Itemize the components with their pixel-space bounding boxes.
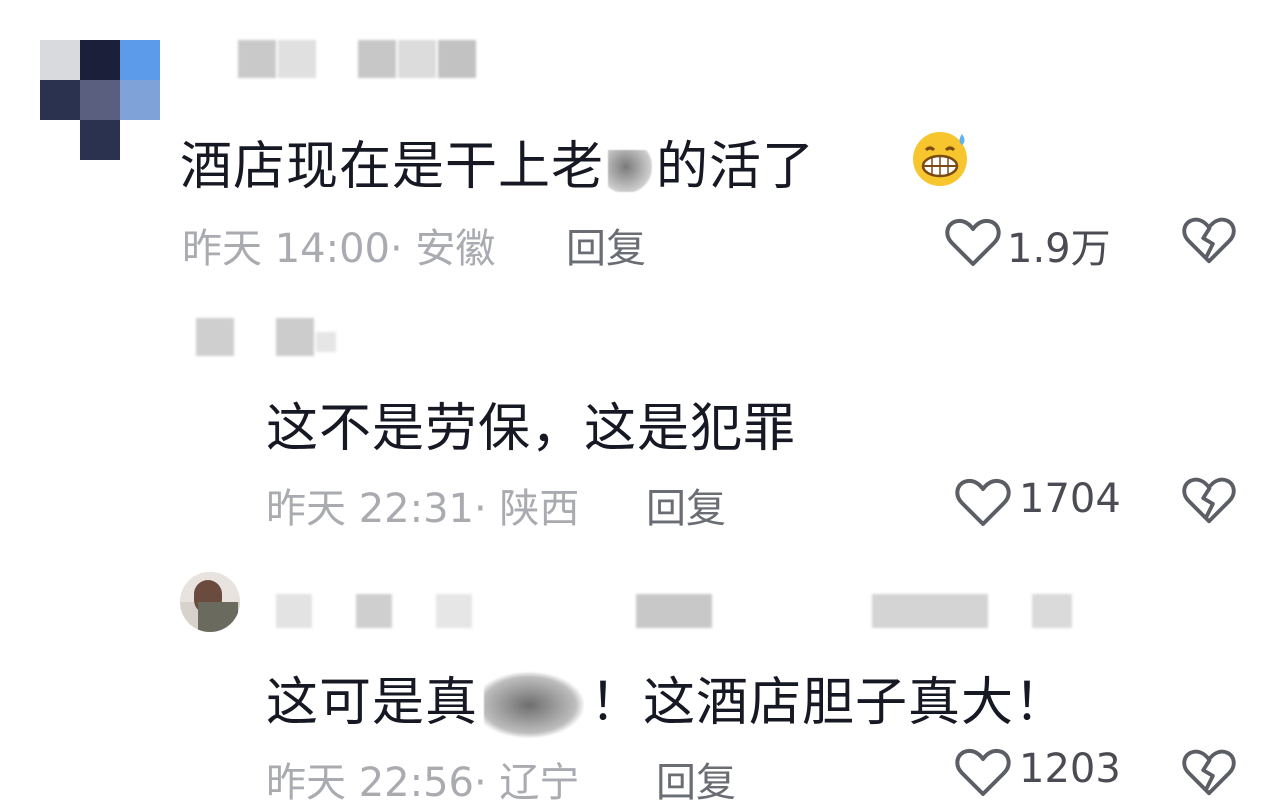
username-redacted[interactable]: [238, 40, 478, 80]
redacted-word: [478, 672, 590, 738]
comment-text: 这可是真 ！这酒店胆子真大！: [266, 660, 1068, 738]
username-redacted[interactable]: [276, 594, 1076, 630]
dislike-button[interactable]: [1182, 476, 1236, 526]
like-count: 1.9万: [1007, 226, 1111, 272]
avatar[interactable]: [180, 572, 240, 632]
broken-heart-icon: [1182, 217, 1236, 264]
comment-text: 这不是劳保，这是犯罪: [266, 399, 797, 459]
comment-text-head: 酒店现在是干上老: [180, 137, 605, 197]
comment-text-tail: ！这酒店胆子真大！: [590, 673, 1068, 733]
comment-location: · 辽宁: [474, 760, 580, 806]
comment-text: 酒店现在是干上老 的活了: [180, 124, 815, 199]
dislike-button[interactable]: [1182, 216, 1236, 266]
like-count: 1704: [1019, 476, 1121, 522]
broken-heart-icon: [1182, 477, 1236, 524]
comment-time: 昨天 14:00: [182, 226, 390, 272]
comment-meta: 昨天 22:56· 辽宁: [266, 750, 579, 808]
broken-heart-icon: [1182, 749, 1236, 796]
reply-button[interactable]: 回复: [646, 476, 726, 534]
like-button[interactable]: 1203: [955, 744, 1135, 798]
comment-text-head: 这可是真: [266, 673, 479, 733]
reply-button[interactable]: 回复: [566, 216, 646, 274]
like-count: 1203: [1019, 746, 1121, 792]
redacted-character: [604, 144, 656, 196]
comment-time: 昨天 22:56: [266, 760, 474, 806]
reply-button[interactable]: 回复: [656, 750, 736, 808]
comment-text-tail: 的活了: [656, 137, 816, 197]
heart-icon: [955, 748, 1011, 796]
grinning-sweat-emoji: [910, 128, 970, 188]
like-button[interactable]: 1.9万: [945, 212, 1125, 272]
heart-icon: [955, 478, 1011, 526]
dislike-button[interactable]: [1182, 748, 1236, 798]
comment-location: · 安徽: [390, 226, 496, 272]
comment-time: 昨天 22:31: [266, 486, 474, 532]
comment-location: · 陕西: [474, 486, 580, 532]
like-button[interactable]: 1704: [955, 472, 1135, 532]
comment-meta: 昨天 14:00· 安徽: [182, 216, 495, 274]
comment-meta: 昨天 22:31· 陕西: [266, 476, 579, 534]
username-redacted[interactable]: [196, 318, 356, 358]
avatar[interactable]: [40, 40, 160, 160]
heart-icon: [945, 218, 1001, 266]
